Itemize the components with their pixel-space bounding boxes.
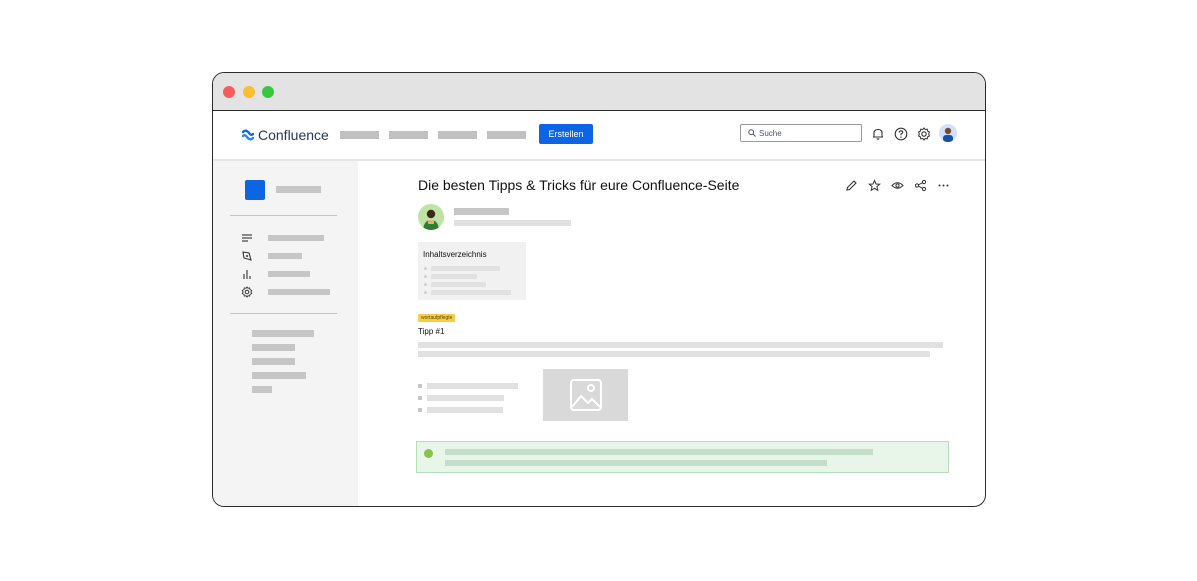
window-titlebar — [213, 73, 985, 111]
search-icon — [748, 129, 756, 137]
bell-icon[interactable] — [871, 127, 885, 141]
table-of-contents: Inhaltsverzeichnis — [418, 242, 526, 300]
top-navigation: Confluence Erstellen — [213, 111, 985, 161]
search-box[interactable] — [740, 124, 862, 142]
tip-heading: Tipp #1 — [418, 327, 445, 336]
nav-item-placeholder[interactable] — [389, 131, 428, 139]
help-icon[interactable] — [894, 127, 908, 141]
paragraph-line — [418, 342, 943, 348]
minimize-window-button[interactable] — [243, 86, 255, 98]
page-tree-item[interactable] — [252, 372, 306, 379]
toc-bullet — [424, 267, 427, 270]
pages-icon — [242, 234, 252, 242]
list-item-line — [427, 395, 504, 401]
sidebar-item-blog[interactable] — [268, 253, 302, 259]
star-icon[interactable] — [868, 179, 881, 192]
toc-bullet — [424, 275, 427, 278]
user-avatar[interactable] — [939, 124, 957, 142]
close-window-button[interactable] — [223, 86, 235, 98]
paragraph-line — [418, 351, 930, 357]
list-item-line — [427, 383, 518, 389]
sidebar-divider — [230, 215, 337, 216]
maximize-window-button[interactable] — [262, 86, 274, 98]
space-settings-icon — [241, 286, 253, 298]
list-item-line — [427, 407, 503, 413]
success-callout — [416, 441, 949, 473]
page-tree-item[interactable] — [252, 330, 314, 337]
toc-bullet — [424, 283, 427, 286]
author-avatar-icon — [423, 209, 439, 230]
page-content: Die besten Tipps & Tricks für eure Confl… — [358, 161, 985, 506]
nav-item-placeholder[interactable] — [487, 131, 526, 139]
toc-item[interactable] — [431, 282, 486, 287]
settings-gear-icon[interactable] — [917, 127, 931, 141]
share-icon[interactable] — [914, 179, 927, 192]
sidebar-item-settings[interactable] — [268, 289, 330, 295]
page-tree-item[interactable] — [252, 386, 272, 393]
list-bullet — [418, 384, 422, 388]
toc-item[interactable] — [431, 274, 477, 279]
edit-icon[interactable] — [845, 179, 858, 192]
analytics-icon — [243, 270, 251, 279]
space-name-placeholder[interactable] — [276, 186, 321, 193]
user-avatar-icon — [943, 127, 953, 142]
create-button[interactable]: Erstellen — [539, 124, 593, 144]
space-sidebar — [213, 161, 358, 506]
list-bullet — [418, 396, 422, 400]
author-avatar[interactable] — [418, 204, 444, 230]
callout-line — [445, 449, 873, 455]
watch-icon[interactable] — [891, 179, 904, 192]
page-tree-item[interactable] — [252, 344, 295, 351]
app-name: Confluence — [258, 127, 329, 143]
nav-item-placeholder[interactable] — [438, 131, 477, 139]
author-name-placeholder[interactable] — [454, 208, 509, 215]
more-icon[interactable] — [937, 179, 950, 192]
confluence-logo-icon — [242, 129, 254, 141]
search-input[interactable] — [759, 125, 857, 141]
page-meta-placeholder — [454, 220, 571, 226]
confluence-logo[interactable]: Confluence — [242, 127, 329, 143]
browser-window: Confluence Erstellen Suche Die besten Ti… — [212, 72, 986, 507]
toc-item[interactable] — [431, 290, 511, 295]
blog-icon — [242, 251, 252, 261]
toc-title: Inhaltsverzeichnis — [423, 250, 487, 259]
image-icon — [570, 379, 602, 411]
image-placeholder[interactable] — [543, 369, 628, 421]
toc-bullet — [424, 291, 427, 294]
callout-line — [445, 460, 827, 466]
space-logo[interactable] — [245, 180, 265, 200]
sidebar-item-analytics[interactable] — [268, 271, 310, 277]
status-badge: wortaufpflegte — [418, 314, 456, 322]
sidebar-divider — [230, 313, 337, 314]
toc-item[interactable] — [431, 266, 500, 271]
sidebar-item-pages[interactable] — [268, 235, 324, 241]
list-bullet — [418, 408, 422, 412]
nav-item-placeholder[interactable] — [340, 131, 379, 139]
page-tree-item[interactable] — [252, 358, 295, 365]
success-check-icon — [424, 449, 433, 458]
page-title: Die besten Tipps & Tricks für eure Confl… — [418, 177, 740, 193]
